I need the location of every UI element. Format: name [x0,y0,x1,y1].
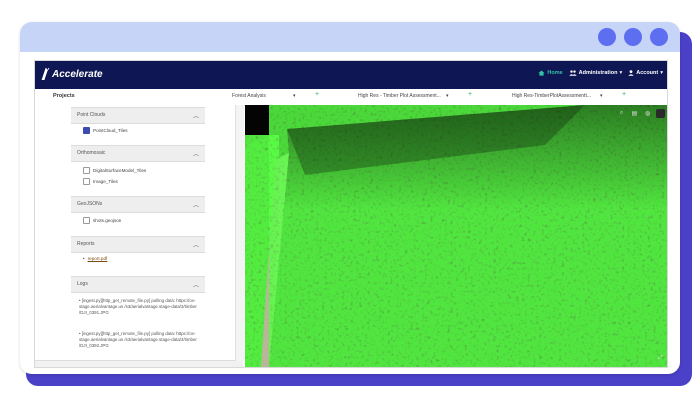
chevron-up-icon[interactable]: ︿ [193,240,199,249]
tab-forest-analysis[interactable]: Forest Analysis [232,93,266,99]
chevron-down-icon[interactable]: ▾ [446,93,449,99]
layer-label: Image_Tiles [93,179,118,184]
vertical-scrollbar[interactable] [235,105,244,361]
logo-mark-icon [41,68,50,80]
search-icon[interactable]: ⌕ [617,109,626,118]
checkbox[interactable] [83,167,90,174]
section-point-clouds[interactable]: Point Clouds ︿ [71,107,205,124]
user-icon [628,70,634,76]
app-screen: Accelerate Home Administration ▾ Account… [34,60,668,368]
layers-icon[interactable]: ▤ [630,109,639,118]
nav-menu: Home Administration ▾ Account ▾ [538,70,663,76]
nav-administration[interactable]: Administration ▾ [568,70,623,76]
add-tab-plus-icon[interactable]: + [622,91,626,98]
layer-dsm-tiles[interactable]: DigitalSurfaceModel_Tiles [83,167,146,174]
nav-account-label: Account [636,70,659,76]
window-dot-1[interactable] [598,28,616,46]
chevron-down-icon[interactable]: ▾ [600,93,603,99]
nav-home[interactable]: Home [538,70,563,76]
chevron-up-icon[interactable]: ︿ [193,149,199,158]
globe-icon[interactable]: ◍ [643,109,652,118]
checkbox[interactable] [83,217,90,224]
nav-home-label: Home [547,70,563,76]
add-tab-plus-icon[interactable]: + [315,91,319,98]
layers-panel: Point Clouds ︿ PointCloud_Tiles Orthomos… [71,105,205,361]
add-tab-plus-icon[interactable]: + [468,91,472,98]
report-item[interactable]: • report.pdf [83,256,107,261]
browser-frame: Accelerate Home Administration ▾ Account… [20,22,680,374]
tab-high-res-timber-1[interactable]: High Res - Timber Plot Assessment... [358,93,441,99]
nav-administration-label: Administration [578,70,618,76]
checkbox[interactable] [83,178,90,185]
chevron-up-icon[interactable]: ︿ [193,111,199,120]
section-title: GeoJSONs [77,201,103,207]
tab-bar: Projects Forest Analysis ▾ + High Res - … [35,89,667,106]
users-icon [568,70,577,76]
section-title: Orthomosaic [77,150,106,156]
layer-shots-geojson[interactable]: shots.geojson [83,217,121,224]
chevron-up-icon[interactable]: ︿ [193,200,199,209]
horizontal-scrollbar[interactable] [35,360,243,367]
layers-sidebar: Point Clouds ︿ PointCloud_Tiles Orthomos… [35,105,243,367]
chevron-up-icon[interactable]: ︿ [193,280,199,289]
layer-image-tiles[interactable]: Image_Tiles [83,178,118,185]
window-dot-3[interactable] [650,28,668,46]
report-link[interactable]: report.pdf [88,256,108,261]
home-icon [538,70,545,76]
point-cloud-viewer[interactable]: ⌕ ▤ ◍ ⤢ [245,105,667,367]
section-title: Logs [77,281,88,287]
nav-account[interactable]: Account ▾ [628,70,663,76]
bullet: • [83,256,85,261]
window-dot-2[interactable] [624,28,642,46]
chevron-down-icon: ▾ [619,70,623,76]
chevron-down-icon[interactable]: ▾ [293,93,296,99]
chevron-down-icon: ▾ [660,70,663,76]
frame-top-bar [20,22,680,52]
tab-high-res-timber-2[interactable]: High Res-TimberPlotAssessmentt... [512,93,591,99]
layer-label: shots.geojson [93,218,122,223]
section-title: Point Clouds [77,112,106,118]
log-text: [ingest.py][http_get_remote_file.py] pul… [79,298,197,316]
section-title: Reports [77,241,95,247]
log-entry: • [ingest.py][http_get_remote_file.py] p… [79,331,197,350]
section-reports[interactable]: Reports ︿ [71,236,205,253]
layer-pointcloud-tiles[interactable]: PointCloud_Tiles [83,127,128,134]
section-orthomosaic[interactable]: Orthomosaic ︿ [71,145,205,162]
fullscreen-icon[interactable]: ⤢ [656,354,665,363]
section-geojsons[interactable]: GeoJSONs ︿ [71,196,205,213]
log-entry: • [ingest.py][http_get_remote_file.py] p… [79,298,197,317]
square-icon[interactable] [656,109,665,118]
section-logs[interactable]: Logs ︿ [71,276,205,293]
tab-projects[interactable]: Projects [53,93,75,99]
point-cloud-render [245,105,667,367]
checkbox-checked[interactable] [83,127,90,134]
layer-label: DigitalSurfaceModel_Tiles [93,168,147,173]
log-text: [ingest.py][http_get_remote_file.py] pul… [79,331,197,349]
app-logo[interactable]: Accelerate [41,68,103,80]
layer-label: PointCloud_Tiles [93,128,128,133]
top-navbar: Accelerate Home Administration ▾ Account… [35,61,667,89]
app-name: Accelerate [52,68,103,80]
